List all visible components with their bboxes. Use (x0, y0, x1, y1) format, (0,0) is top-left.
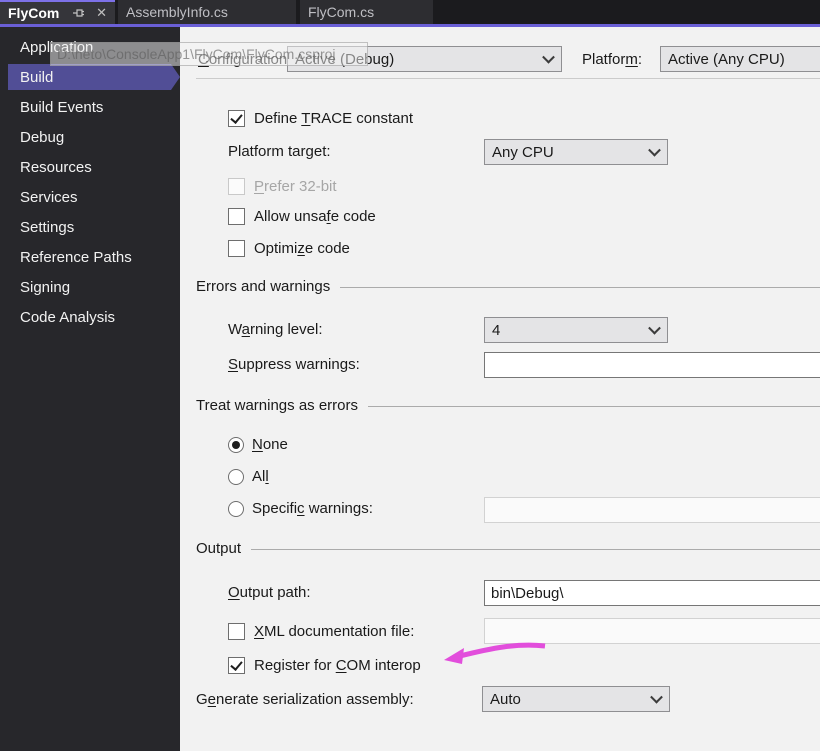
prefer-32bit-label: Prefer 32-bit (254, 178, 337, 195)
treat-warnings-section-header: Treat warnings as errors (196, 395, 820, 415)
output-path-input[interactable] (484, 580, 820, 606)
tab-flycom[interactable]: FlyCom ✕ (0, 0, 115, 24)
section-rule (340, 286, 820, 288)
sidebar-item-signing[interactable]: Signing (0, 272, 180, 302)
close-icon[interactable]: ✕ (96, 6, 107, 19)
platform-target-value: Any CPU (492, 143, 554, 161)
sidebar-item-debug[interactable]: Debug (0, 122, 180, 152)
chevron-down-icon (542, 50, 555, 64)
output-title: Output (196, 539, 242, 557)
platform-target-label: Platform target: (228, 143, 331, 160)
suppress-warnings-input[interactable] (484, 352, 820, 378)
tab-assemblyinfo-label: AssemblyInfo.cs (126, 4, 228, 20)
generate-serialization-value: Auto (490, 690, 521, 708)
register-com-interop-checkbox[interactable] (228, 657, 245, 674)
xml-documentation-label[interactable]: XML documentation file: (254, 621, 414, 643)
chevron-down-icon (650, 690, 663, 704)
pin-icon[interactable] (72, 7, 85, 19)
specific-warnings-input (484, 497, 820, 523)
properties-sidebar: Application Build Build Events Debug Res… (0, 27, 180, 751)
allow-unsafe-label[interactable]: Allow unsafe code (254, 206, 376, 228)
warning-level-value: 4 (492, 321, 501, 339)
radio-all[interactable] (228, 469, 244, 485)
output-path-label: Output path: (228, 584, 311, 601)
sidebar-item-build[interactable]: Build (0, 62, 180, 92)
header-divider (196, 78, 820, 79)
document-tab-strip: FlyCom ✕ AssemblyInfo.cs FlyCom.cs (0, 0, 820, 24)
generate-serialization-combobox[interactable]: Auto (482, 686, 670, 712)
file-path-tooltip: D:\neto\ConsoleApp1\FlyCom\FlyCom.csproj (50, 42, 368, 66)
radio-specific-warnings[interactable] (228, 501, 244, 517)
section-rule (251, 548, 820, 550)
vs-build-properties-window: { "tabs": { "items": [ {"label": "FlyCom… (0, 0, 820, 751)
optimize-code-checkbox[interactable] (228, 240, 245, 257)
sidebar-item-reference-paths[interactable]: Reference Paths (0, 242, 180, 272)
treat-warnings-title: Treat warnings as errors (196, 396, 358, 414)
register-com-interop-label[interactable]: Register for COM interop (254, 655, 421, 677)
tab-assemblyinfo[interactable]: AssemblyInfo.cs (118, 0, 296, 24)
section-rule (368, 405, 820, 407)
errors-warnings-title: Errors and warnings (196, 277, 331, 295)
prefer-32bit-checkbox (228, 178, 245, 195)
annotation-arrow (442, 639, 550, 671)
tab-flycom-cs-label: FlyCom.cs (308, 4, 375, 20)
platform-target-combobox[interactable]: Any CPU (484, 139, 668, 165)
platform-value: Active (Any CPU) (668, 50, 785, 68)
radio-none-label[interactable]: None (252, 434, 288, 456)
radio-all-label[interactable]: All (252, 466, 269, 488)
chevron-down-icon (648, 143, 661, 157)
tab-flycom-label: FlyCom (8, 5, 60, 21)
chevron-down-icon (648, 321, 661, 335)
warning-level-label: Warning level: (228, 321, 323, 338)
generate-serialization-label: Generate serialization assembly: (196, 691, 414, 708)
sidebar-item-code-analysis[interactable]: Code Analysis (0, 302, 180, 332)
optimize-code-label[interactable]: Optimize code (254, 238, 350, 260)
sidebar-item-settings[interactable]: Settings (0, 212, 180, 242)
sidebar-item-services[interactable]: Services (0, 182, 180, 212)
sidebar-item-build-events[interactable]: Build Events (0, 92, 180, 122)
suppress-warnings-label: Suppress warnings: (228, 356, 360, 373)
errors-warnings-section-header: Errors and warnings (196, 276, 820, 296)
radio-specific-warnings-label[interactable]: Specific warnings: (252, 498, 373, 520)
xml-documentation-checkbox[interactable] (228, 623, 245, 640)
output-section-header: Output (196, 538, 820, 558)
define-trace-label[interactable]: Define TRACE constant (254, 108, 413, 130)
warning-level-combobox[interactable]: 4 (484, 317, 668, 343)
tab-flycom-cs[interactable]: FlyCom.cs (300, 0, 433, 24)
radio-none[interactable] (228, 437, 244, 453)
define-trace-checkbox[interactable] (228, 110, 245, 127)
allow-unsafe-checkbox[interactable] (228, 208, 245, 225)
build-page-content: Configuration: Active (Debug) Platform: … (180, 27, 820, 751)
platform-combobox[interactable]: Active (Any CPU) (660, 46, 820, 72)
sidebar-item-resources[interactable]: Resources (0, 152, 180, 182)
platform-label: Platform: (582, 51, 643, 68)
